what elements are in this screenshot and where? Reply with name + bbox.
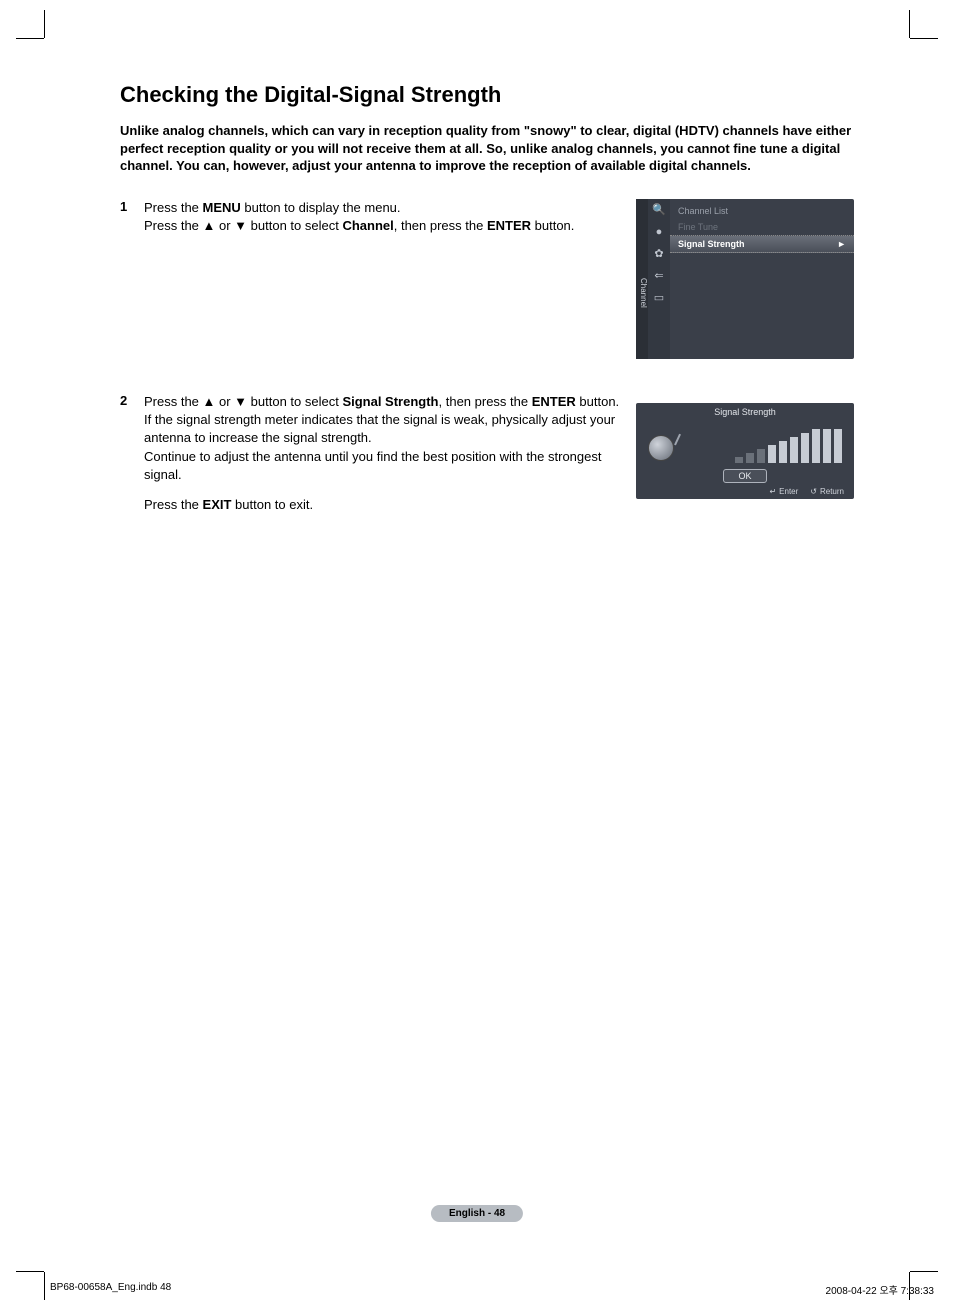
osd-item-signal-strength: Signal Strength ► — [670, 235, 854, 253]
input-icon: ⇐ — [652, 269, 666, 283]
signal-bar — [823, 429, 831, 463]
osd-item-label: Signal Strength — [678, 239, 745, 249]
signal-bar — [834, 429, 842, 463]
crop-mark — [910, 38, 938, 39]
signal-bar — [768, 445, 776, 463]
signal-bar — [812, 429, 820, 463]
step-number: 1 — [120, 199, 144, 214]
return-hint: ↺Return — [810, 487, 844, 496]
text: button to display the menu. — [241, 200, 401, 215]
bold-exit: EXIT — [203, 497, 232, 512]
crop-mark — [16, 38, 44, 39]
print-footer: BP68-00658A_Eng.indb 48 2008-04-22 오후 7:… — [50, 1282, 934, 1297]
bold-enter: ENTER — [487, 218, 531, 233]
satellite-dish-icon — [648, 435, 674, 461]
signal-bar — [757, 449, 765, 463]
bold-menu: MENU — [203, 200, 241, 215]
globe-icon: ● — [652, 225, 666, 239]
osd-item-channel-list: Channel List — [670, 203, 854, 219]
text: Press the ▲ or ▼ button to select — [144, 394, 342, 409]
return-label: Return — [820, 487, 844, 496]
signal-bar — [735, 457, 743, 463]
gear-icon: ✿ — [652, 247, 666, 261]
step-1-row: 1 Press the MENU button to display the m… — [120, 199, 854, 375]
text: button. — [531, 218, 574, 233]
enter-icon: ↵ — [769, 487, 776, 496]
enter-hint: ↵Enter — [769, 487, 798, 496]
footer-filename: BP68-00658A_Eng.indb 48 — [50, 1282, 171, 1297]
osd-menu: Channel 🔍 ● ✿ ⇐ ▭ Channel List Fine Tune… — [636, 199, 854, 359]
step-2-text: Press the ▲ or ▼ button to select Signal… — [144, 393, 636, 514]
bold-signal-strength: Signal Strength — [342, 394, 438, 409]
return-icon: ↺ — [810, 487, 817, 496]
page-title: Checking the Digital-Signal Strength — [120, 82, 854, 108]
chevron-right-icon: ► — [837, 239, 846, 249]
osd-tab-label: Channel — [636, 199, 648, 359]
step-1-text: Press the MENU button to display the men… — [144, 199, 636, 375]
text: Press the — [144, 497, 203, 512]
text: , then press the — [439, 394, 532, 409]
osd-icon-column: 🔍 ● ✿ ⇐ ▭ — [648, 199, 670, 359]
step-number: 2 — [120, 393, 144, 408]
signal-bar — [801, 433, 809, 463]
osd-dialog-title: Signal Strength — [642, 407, 848, 417]
text: , then press the — [394, 218, 487, 233]
ok-button: OK — [723, 469, 766, 483]
intro-paragraph: Unlike analog channels, which can vary i… — [120, 122, 854, 175]
osd-item-fine-tune: Fine Tune — [670, 219, 854, 235]
page-number-pill: English - 48 — [431, 1205, 523, 1222]
bold-channel: Channel — [342, 218, 393, 233]
text: Continue to adjust the antenna until you… — [144, 449, 601, 482]
osd-footer-hints: ↵Enter ↺Return — [642, 487, 848, 496]
signal-bars — [735, 429, 842, 463]
crop-mark — [44, 1272, 45, 1300]
page-content: Checking the Digital-Signal Strength Unl… — [120, 82, 854, 532]
card-icon: ▭ — [652, 291, 666, 305]
signal-bar — [746, 453, 754, 463]
osd-screenshot-2: Signal Strength — [636, 393, 854, 499]
signal-bar — [779, 441, 787, 463]
magnifier-icon: 🔍 — [652, 203, 666, 217]
osd-signal-dialog: Signal Strength — [636, 403, 854, 499]
signal-bar — [790, 437, 798, 463]
text: Press the — [144, 200, 203, 215]
crop-mark — [16, 1271, 44, 1272]
osd-list: Channel List Fine Tune Signal Strength ► — [670, 199, 854, 359]
bold-enter: ENTER — [532, 394, 576, 409]
ok-row: OK — [642, 469, 848, 483]
footer-timestamp: 2008-04-22 오후 7:38:33 — [826, 1282, 934, 1297]
crop-mark — [910, 1271, 938, 1272]
osd-signal-body — [642, 421, 848, 465]
step-2-row: 2 Press the ▲ or ▼ button to select Sign… — [120, 393, 854, 514]
osd-screenshot-1: Channel 🔍 ● ✿ ⇐ ▭ Channel List Fine Tune… — [636, 199, 854, 359]
crop-mark — [909, 10, 910, 38]
enter-label: Enter — [779, 487, 798, 496]
crop-mark — [44, 10, 45, 38]
text: Press the ▲ or ▼ button to select — [144, 218, 342, 233]
text: button to exit. — [231, 497, 313, 512]
